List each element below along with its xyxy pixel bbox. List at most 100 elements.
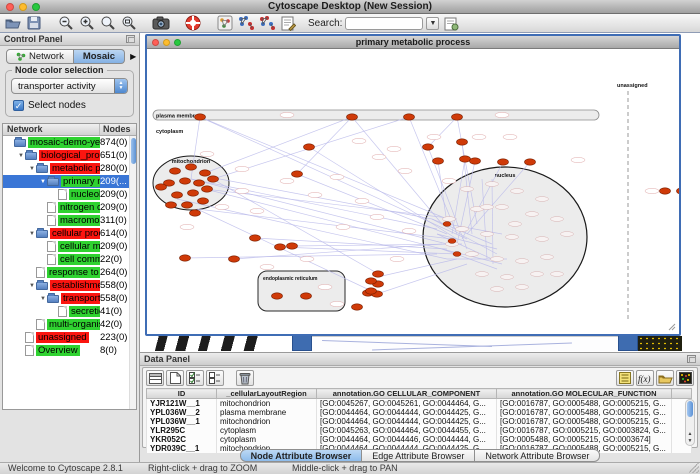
network-node[interactable]	[180, 178, 191, 184]
table-scrollbar-thumb[interactable]	[687, 401, 693, 417]
table-cell[interactable]: mitochondrion	[217, 417, 317, 426]
network-node[interactable]	[198, 198, 209, 204]
network-node[interactable]	[172, 192, 183, 198]
network-window-controls[interactable]	[152, 39, 181, 46]
background-window-fragment[interactable]	[312, 336, 618, 351]
search-options-icon[interactable]	[442, 15, 460, 31]
search-dropdown-arrow[interactable]: ▼	[426, 17, 439, 30]
new-attribute-icon[interactable]	[166, 370, 184, 386]
network-node[interactable]	[301, 293, 312, 299]
table-cell[interactable]: mitochondrion	[217, 399, 317, 409]
network-node[interactable]	[275, 244, 286, 250]
tree-item-nucleobase-[interactable]: nucleobase-209(0)	[3, 188, 136, 201]
network-node[interactable]	[433, 158, 444, 164]
tree-item-primary-metabo[interactable]: ▼primary metabo209(...	[3, 175, 136, 188]
table-scrollbar[interactable]: ▲ ▼	[685, 399, 695, 446]
table-row[interactable]: YPL036W__1mitochondrion[GO:0044464, GO:0…	[147, 417, 692, 426]
table-cell[interactable]: [GO:0005488, GO:0005215, GO:0003674]	[497, 435, 672, 444]
zoom-out-icon[interactable]	[57, 15, 75, 31]
tree-column-nodes[interactable]: Nodes	[100, 124, 136, 135]
import-network-icon[interactable]	[216, 15, 234, 31]
tab-network-attribute-browser[interactable]: Network Attribute Browser	[475, 449, 600, 462]
network-node[interactable]	[202, 186, 213, 192]
tree-item-macromolecule[interactable]: macromolecule311(0)	[3, 214, 136, 227]
table-cell[interactable]: cytoplasm	[217, 426, 317, 435]
zoom-in-icon[interactable]	[78, 15, 96, 31]
network-node[interactable]	[250, 235, 261, 241]
open-session-icon[interactable]	[4, 15, 22, 31]
network-node[interactable]	[452, 114, 463, 120]
network-canvas[interactable]: plasma membrane cytoplasm mitochondrion …	[147, 49, 679, 334]
attribute-table[interactable]: ID_cellularLayoutRegionannotation.GO CEL…	[146, 388, 692, 453]
network-node[interactable]	[660, 188, 671, 194]
zoom-selected-icon[interactable]	[99, 15, 117, 31]
window-resize-grip[interactable]	[689, 463, 699, 473]
window-controls[interactable]	[6, 3, 40, 11]
tab-node-attribute-browser[interactable]: Node Attribute Browser	[240, 449, 363, 462]
tree-item-cellular-process[interactable]: ▼cellular process614(0)	[3, 227, 136, 240]
network-node[interactable]	[460, 156, 471, 162]
tree-item-mosaic-demo-yeast[interactable]: mosaic-demo-yeast874(0)	[3, 136, 136, 149]
table-row[interactable]: YLR295Ccytoplasm[GO:0045263, GO:0044464,…	[147, 426, 692, 435]
network-node[interactable]	[166, 202, 177, 208]
disclosure-triangle-icon[interactable]: ▼	[17, 153, 25, 159]
tree-item-response-to-stimulu[interactable]: response to stimulu264(0)	[3, 266, 136, 279]
scroll-up-icon[interactable]: ▲	[686, 431, 694, 437]
delete-attribute-icon[interactable]	[236, 370, 254, 386]
float-panel-icon[interactable]	[687, 355, 696, 363]
network-node[interactable]	[366, 288, 377, 294]
network-window-titlebar[interactable]: primary metabolic process	[147, 36, 679, 49]
table-cell[interactable]: YPL036W__1	[147, 417, 217, 426]
scroll-down-icon[interactable]: ▼	[686, 438, 694, 444]
minimize-window-button[interactable]	[19, 3, 27, 11]
close-window-button[interactable]	[6, 3, 14, 11]
table-cell[interactable]: cytoplasm	[217, 435, 317, 444]
network-node[interactable]	[470, 158, 481, 164]
table-cell[interactable]: [GO:0016787, GO:0005488, GO:0005215, G..…	[497, 408, 672, 417]
tab-overflow-arrow[interactable]: ▶	[130, 52, 136, 61]
network-node[interactable]	[200, 170, 211, 176]
network-node[interactable]	[194, 180, 205, 186]
tree-item-secretion[interactable]: secretion41(0)	[3, 305, 136, 318]
attribute-table-icon[interactable]	[146, 370, 164, 386]
zoom-fit-icon[interactable]	[120, 15, 138, 31]
background-window-fragment[interactable]	[638, 336, 682, 351]
tree-item-overview[interactable]: Overview8(0)	[3, 344, 136, 357]
disclosure-triangle-icon[interactable]: ▼	[39, 179, 47, 185]
network-node[interactable]	[404, 114, 415, 120]
tree-item-nitrogen-compo[interactable]: nitrogen compo209(0)	[3, 201, 136, 214]
matrix-view-icon[interactable]	[676, 370, 694, 386]
formula-icon[interactable]: f(x)	[636, 370, 654, 386]
network-node[interactable]	[457, 139, 468, 145]
first-neighbors-icon[interactable]	[237, 15, 255, 31]
table-cell[interactable]: [GO:0016787, GO:0005488, GO:0005215, G..…	[497, 399, 672, 409]
minimize-view-button[interactable]	[163, 39, 170, 46]
table-cell[interactable]: YKR052C	[147, 435, 217, 444]
table-cell[interactable]: [GO:0016787, GO:0005215, GO:0003824, G..…	[497, 426, 672, 435]
network-node[interactable]	[190, 210, 201, 216]
tree-scrollbar[interactable]	[129, 136, 136, 409]
table-cell[interactable]: YLR295C	[147, 426, 217, 435]
network-node[interactable]	[170, 168, 181, 174]
save-session-icon[interactable]	[25, 15, 43, 31]
network-node[interactable]	[287, 243, 298, 249]
background-window-titlebar-fragment[interactable]	[618, 335, 638, 351]
network-node[interactable]	[272, 293, 283, 299]
select-attributes-icon[interactable]	[186, 370, 204, 386]
network-node[interactable]	[186, 164, 197, 170]
tree-item-cellular-metabol[interactable]: cellular metabol209(0)	[3, 240, 136, 253]
network-node[interactable]	[366, 278, 377, 284]
tree-item-transport[interactable]: ▼transport558(0)	[3, 292, 136, 305]
expand-network-icon[interactable]	[258, 15, 276, 31]
tab-edge-attribute-browser[interactable]: Edge Attribute Browser	[362, 449, 475, 462]
network-node[interactable]	[525, 159, 536, 165]
attribute-list-icon[interactable]	[616, 370, 634, 386]
disclosure-triangle-icon[interactable]: ▼	[28, 166, 36, 172]
table-cell[interactable]: [GO:0044464, GO:0044444, GO:0044425, G..…	[317, 408, 497, 417]
tree-item-unassigned[interactable]: unassigned223(0)	[3, 331, 136, 344]
close-view-button[interactable]	[152, 39, 159, 46]
network-node[interactable]	[195, 114, 206, 120]
import-attributes-icon[interactable]	[656, 370, 674, 386]
zoom-window-button[interactable]	[32, 3, 40, 11]
background-window-titlebar-fragment[interactable]	[292, 335, 312, 351]
